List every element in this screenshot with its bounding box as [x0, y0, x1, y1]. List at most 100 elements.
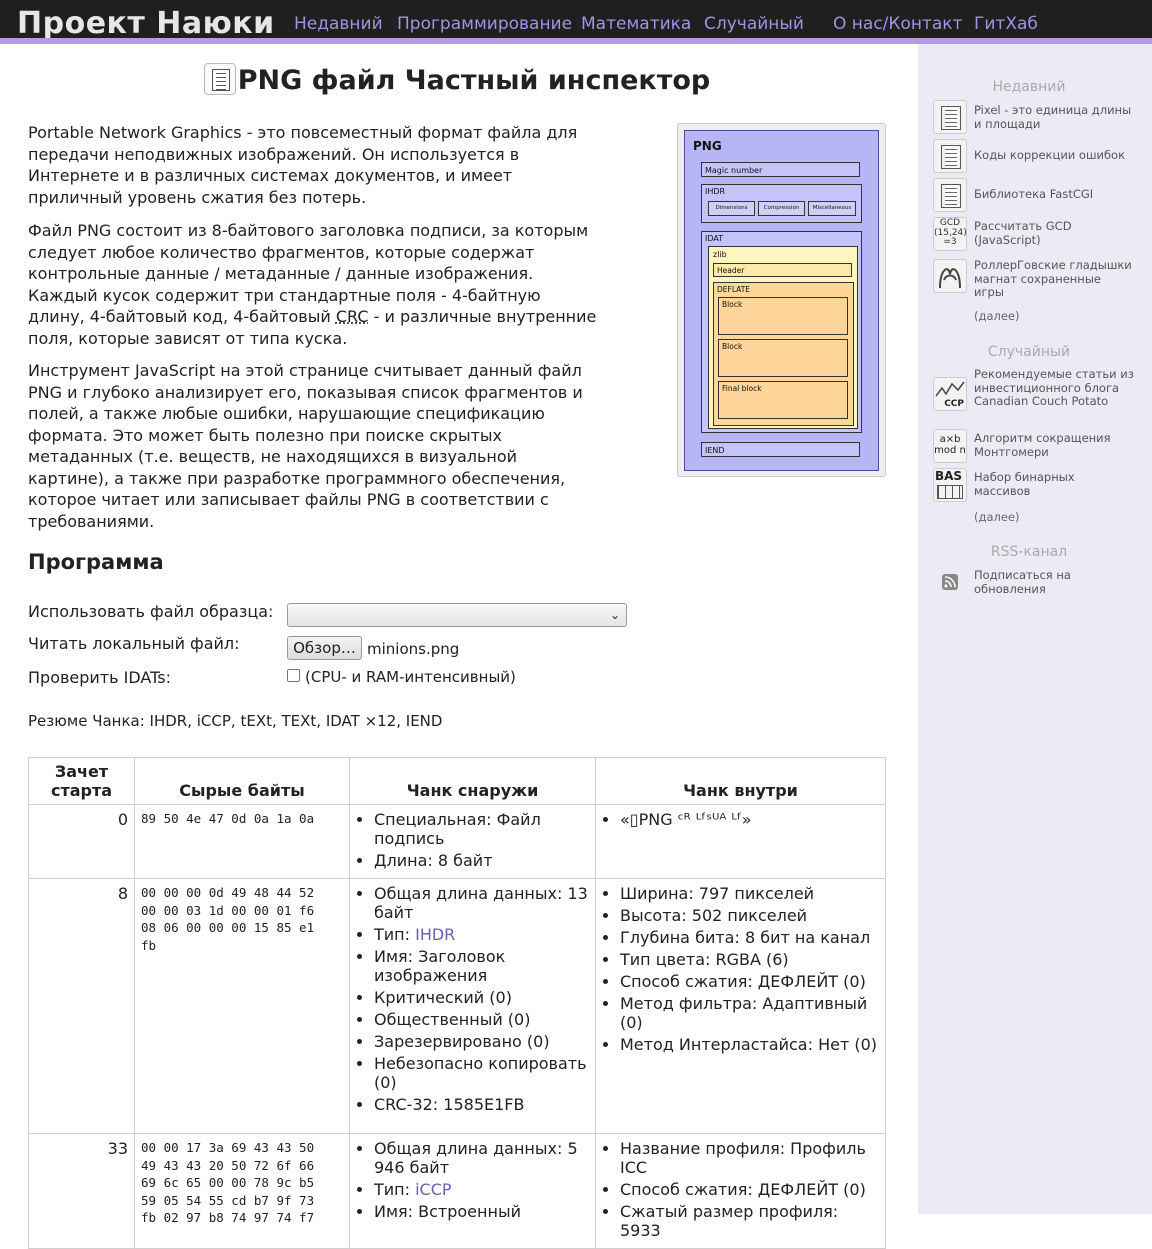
ccp-icon-text: CCP	[944, 399, 964, 409]
sidebar-item-label: Коды коррекции ошибок	[974, 148, 1126, 162]
intro-paragraph-3: Инструмент JavaScript на этой странице с…	[28, 361, 583, 531]
list-item: Сжатый размер профиля: 5933	[620, 1202, 879, 1240]
list-item: «▯PNG ᶜᴿ ᴸᶠˢᵁᴬ ᴸᶠ»	[620, 810, 879, 829]
chunk-inside: Название профиля: Профиль ICC Способ сжа…	[595, 1133, 886, 1249]
list-item: Общая длина данных: 5 946 байт	[374, 1139, 589, 1177]
local-file-label: Читать локальный файл:	[28, 634, 240, 653]
list-item: Глубина бита: 8 бит на канал	[620, 928, 879, 947]
intro-paragraph-2: Файл PNG состоит из 8-байтового заголовк…	[28, 220, 598, 349]
diagram-deflate-box: DEFLATE Block Block Final block	[713, 282, 854, 426]
list-item: Зарезервировано (0)	[374, 1032, 589, 1051]
raw-bytes: 00 00 17 3a 69 43 43 50 49 43 43 20 50 7…	[134, 1133, 350, 1249]
array-cells-shape	[937, 485, 963, 499]
sidebar-item-label: Набор бинарных массивов	[974, 470, 1075, 498]
chunk-type-link[interactable]: IHDR	[415, 925, 455, 944]
chunk-summary: Резюме Чанка: IHDR, iCCP, tEXt, TEXt, ID…	[28, 712, 443, 730]
check-idats-checkbox[interactable]	[287, 669, 300, 682]
diagram-ihdr-misc: Miscellaneous	[808, 201, 856, 216]
sidebar-item-label: Алгоритм сокращения Монтгомери	[974, 431, 1111, 459]
chunk-outside: Общая длина данных: 5 946 байт Тип: iCCP…	[349, 1133, 596, 1249]
type-label: Тип:	[374, 1180, 416, 1199]
list-item: Ширина: 797 пикселей	[620, 884, 879, 903]
bas-icon-text: BAS	[935, 469, 963, 483]
table-header-row: Зачет старта Сырые байты Чанк снаружи Ча…	[28, 757, 886, 805]
chunk-outside: Специальная: Файл подпись Длина: 8 байт	[349, 804, 596, 879]
main-nav: Недавний Программирование Математика Слу…	[294, 14, 1152, 36]
montgomery-icon: a×b mod n	[933, 429, 967, 463]
check-idats-label: Проверить IDATs:	[28, 668, 171, 687]
png-structure-diagram: PNG Magic number IHDR Dimensions Compres…	[684, 130, 879, 471]
diagram-idat-label: IDAT	[705, 234, 724, 243]
diagram-block-1: Block	[718, 297, 848, 335]
list-item: Длина: 8 байт	[374, 851, 589, 870]
sidebar-item-label: Рассчитать GCD (JavaScript)	[974, 219, 1072, 247]
document-icon	[203, 62, 236, 95]
document-icon	[933, 139, 967, 173]
diagram-title: PNG	[693, 139, 722, 153]
diagram-magic-number: Magic number	[701, 162, 860, 177]
list-item: Способ сжатия: ДЕФЛЕЙТ (0)	[620, 1180, 879, 1199]
nav-github[interactable]: ГитХаб	[974, 14, 1038, 34]
nav-programming[interactable]: Программирование	[397, 14, 572, 34]
header-start-offset: Зачет старта	[28, 757, 135, 805]
table-row: 0 89 50 4e 47 0d 0a 1a 0a Специальная: Ф…	[28, 804, 886, 879]
list-item: Тип: iCCP	[374, 1180, 589, 1199]
gcd-icon: GCD (15,24) =3	[933, 217, 967, 251]
diagram-block-2: Block	[718, 339, 848, 377]
diagram-final-block: Final block	[718, 381, 848, 419]
list-item: Небезопасно копировать (0)	[374, 1054, 589, 1092]
list-item: Тип цвета: RGBA (6)	[620, 950, 879, 969]
sidebar-heading-rss: RSS-канал	[990, 544, 1068, 560]
ccp-chart-icon: CCP	[933, 377, 967, 411]
chunk-type-link[interactable]: iCCP	[415, 1180, 451, 1199]
sidebar-recent-more-link[interactable]: (далее)	[974, 309, 1019, 323]
list-item: Общественный (0)	[374, 1010, 589, 1029]
list-item: Способ сжатия: ДЕФЛЕЙТ (0)	[620, 972, 879, 991]
sample-file-label: Использовать файл образца:	[28, 602, 274, 621]
sidebar-item-label: Pixel - это единица длины и площади	[974, 103, 1132, 131]
list-item: Название профиля: Профиль ICC	[620, 1139, 879, 1177]
diagram-zlib-label: zlib	[713, 250, 727, 259]
check-idats-note: (CPU- и RAM-интенсивный)	[305, 668, 516, 686]
list-item: Имя: Встроенный	[374, 1202, 589, 1221]
table-row: 33 00 00 17 3a 69 43 43 50 49 43 43 20 5…	[28, 1133, 886, 1249]
start-offset: 33	[28, 1133, 135, 1249]
diagram-ihdr-compression: Compression	[758, 201, 805, 216]
crc-abbr: CRC	[335, 307, 369, 326]
nav-recent[interactable]: Недавний	[294, 14, 383, 34]
main-content: PNG файл Частный инспектор PNG Magic num…	[28, 62, 886, 1249]
site-title-link[interactable]: Проект Наюки	[17, 6, 275, 41]
browse-button[interactable]: Обзор…	[287, 636, 362, 660]
diagram-ihdr-box: IHDR Dimensions Compression Miscellaneou…	[701, 184, 862, 223]
list-item: Специальная: Файл подпись	[374, 810, 589, 848]
nav-math[interactable]: Математика	[581, 14, 691, 34]
program-heading: Программа	[28, 550, 164, 574]
sidebar: Недавний Pixel - это единица длины и пло…	[918, 44, 1152, 1214]
intro-paragraph-1: Portable Network Graphics - это повсемес…	[28, 123, 578, 207]
list-item: Высота: 502 пикселей	[620, 906, 879, 925]
chunk-outside: Общая длина данных: 13 байт Тип: IHDR Им…	[349, 878, 596, 1134]
rss-icon	[942, 574, 958, 590]
roller-coaster-icon	[933, 259, 967, 293]
sidebar-item-label: Рекомендуемые статьи из инвестиционного …	[974, 367, 1134, 408]
sidebar-random-more-link[interactable]: (далее)	[974, 510, 1019, 524]
diagram-zlib-box: zlib Header DEFLATE Block Block Final bl…	[708, 246, 858, 429]
diagram-zlib-header: Header	[713, 263, 852, 277]
nav-random[interactable]: Случайный	[704, 14, 804, 34]
page-title-text: PNG файл Частный инспектор	[237, 65, 711, 96]
binary-array-icon: BAS	[933, 468, 967, 502]
header-chunk-outside: Чанк снаружи	[349, 757, 596, 805]
diagram-deflate-label: DEFLATE	[717, 285, 751, 294]
page-title: PNG файл Частный инспектор	[28, 62, 886, 100]
selected-file-name: minions.png	[367, 640, 460, 658]
raw-bytes: 89 50 4e 47 0d 0a 1a 0a	[134, 804, 350, 879]
sample-file-select[interactable]: ⌄	[287, 603, 627, 627]
diagram-idat-box: IDAT zlib Header DEFLATE Block Block Fin…	[701, 231, 862, 433]
raw-bytes: 00 00 00 0d 49 48 44 52 00 00 03 1d 00 0…	[134, 878, 350, 1134]
nav-about-contact[interactable]: О нас/Контакт	[833, 14, 962, 34]
sidebar-heading-random: Случайный	[987, 344, 1071, 360]
diagram-iend: IEND	[701, 442, 860, 457]
chunk-table: Зачет старта Сырые байты Чанк снаружи Ча…	[28, 757, 886, 1249]
list-item: Общая длина данных: 13 байт	[374, 884, 589, 922]
sidebar-item-label: Библиотека FastCGI	[974, 187, 1094, 201]
